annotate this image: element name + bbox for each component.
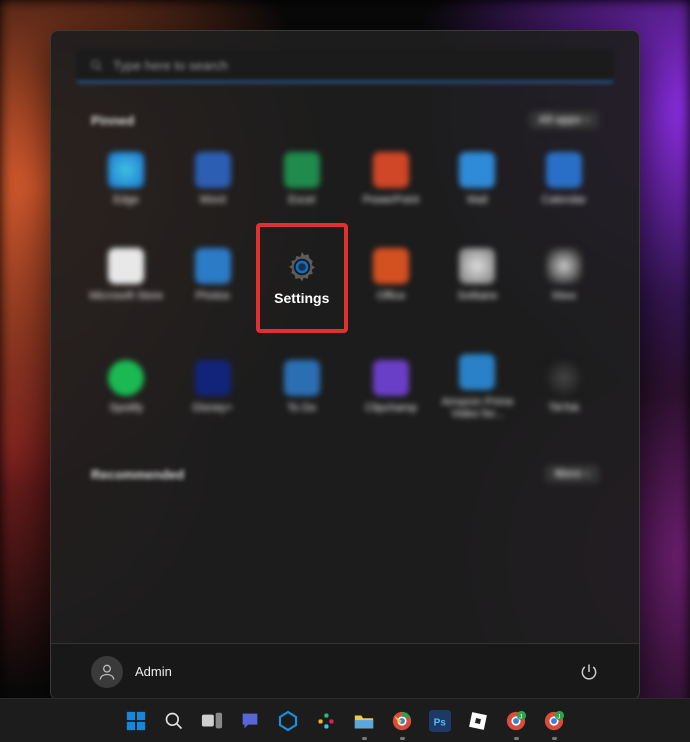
recommended-title: Recommended — [91, 467, 184, 482]
app-powerpoint[interactable]: PowerPoint — [348, 137, 434, 221]
app-amazon-prime[interactable]: Amazon Prime Video for... — [434, 345, 520, 429]
taskbar-search[interactable] — [159, 706, 189, 736]
svg-text:J: J — [519, 713, 522, 720]
power-button[interactable] — [579, 662, 599, 682]
taskbar-file-explorer[interactable] — [349, 706, 379, 736]
taskbar-onedrive[interactable] — [273, 706, 303, 736]
taskbar-chat[interactable] — [235, 706, 265, 736]
taskbar-photoshop[interactable]: Ps — [425, 706, 455, 736]
app-edge[interactable]: Edge — [83, 137, 169, 221]
active-dot — [400, 737, 405, 740]
app-xbox[interactable]: Xbox — [521, 233, 607, 317]
all-apps-button[interactable]: All apps › — [529, 111, 599, 129]
app-mail[interactable]: Mail — [434, 137, 520, 221]
pinned-title: Pinned — [91, 113, 134, 128]
app-todo[interactable]: To Do — [256, 345, 348, 429]
app-word[interactable]: Word — [169, 137, 255, 221]
avatar — [91, 656, 123, 688]
taskbar-chrome-profile-1[interactable]: J — [501, 706, 531, 736]
app-calendar[interactable]: Calendar — [521, 137, 607, 221]
user-name: Admin — [135, 664, 172, 679]
app-spotify[interactable]: Spotify — [83, 345, 169, 429]
search-placeholder: Type here to search — [113, 58, 228, 73]
svg-text:J: J — [557, 713, 560, 720]
taskbar-slack[interactable] — [311, 706, 341, 736]
app-excel[interactable]: Excel — [256, 137, 348, 221]
active-dot — [362, 737, 367, 740]
app-settings[interactable]: Settings — [256, 223, 348, 333]
recommended-header: Recommended More › — [51, 429, 639, 489]
app-clipchamp[interactable]: Clipchamp — [348, 345, 434, 429]
chevron-right-icon: › — [585, 468, 589, 480]
chevron-right-icon: › — [585, 114, 589, 126]
active-dot — [514, 737, 519, 740]
pinned-grid: Edge Word Excel PowerPoint Mail Calendar… — [51, 135, 639, 429]
taskbar-start[interactable] — [121, 706, 151, 736]
start-menu: Type here to search Pinned All apps › Ed… — [50, 30, 640, 700]
taskbar: Ps J J — [0, 698, 690, 742]
app-solitaire[interactable]: Solitaire — [434, 233, 520, 317]
recommended-area — [51, 489, 639, 643]
taskbar-chrome[interactable] — [387, 706, 417, 736]
app-disney-plus[interactable]: Disney+ — [169, 345, 255, 429]
pinned-header: Pinned All apps › — [51, 87, 639, 135]
start-footer: Admin — [51, 643, 639, 699]
taskbar-taskview[interactable] — [197, 706, 227, 736]
app-office[interactable]: Office — [348, 233, 434, 317]
taskbar-roblox[interactable] — [463, 706, 493, 736]
user-button[interactable]: Admin — [91, 656, 172, 688]
app-tiktok[interactable]: TikTok — [521, 345, 607, 429]
more-button[interactable]: More › — [545, 465, 599, 483]
app-photos[interactable]: Photos — [169, 233, 255, 317]
search-icon — [90, 59, 103, 72]
gear-icon — [284, 249, 320, 285]
app-microsoft-store[interactable]: Microsoft Store — [83, 233, 169, 317]
svg-text:Ps: Ps — [434, 717, 447, 728]
active-dot — [552, 737, 557, 740]
taskbar-chrome-profile-2[interactable]: J — [539, 706, 569, 736]
search-box[interactable]: Type here to search — [76, 49, 614, 83]
